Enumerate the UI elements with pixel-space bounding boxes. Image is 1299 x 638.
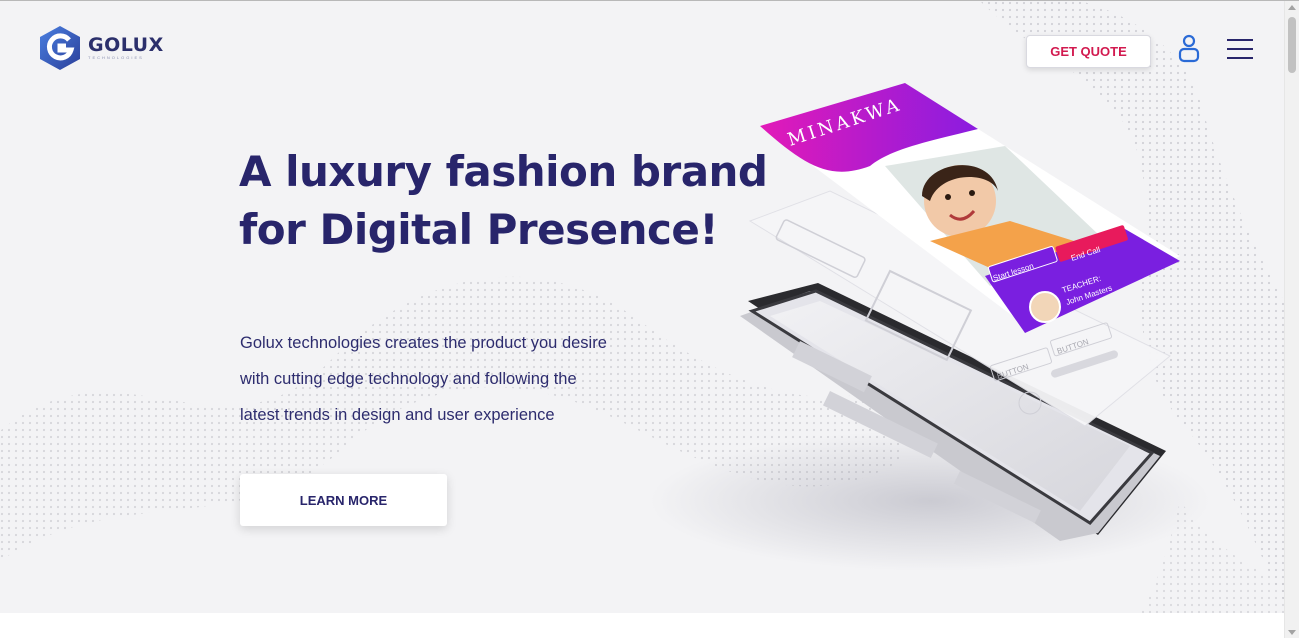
hero-section: GOLUX TECHNOLOGIES GET QUOTE A luxury fa…	[0, 1, 1284, 613]
scrollbar-thumb[interactable]	[1288, 17, 1296, 73]
phone-app-illustration: BUTTON BUTTON MINAKWA Start lesson End C…	[650, 83, 1210, 571]
brand-logo[interactable]: GOLUX TECHNOLOGIES	[38, 25, 164, 71]
hamburger-menu-icon[interactable]	[1226, 37, 1254, 61]
golux-logo-icon	[40, 26, 80, 70]
description-line: Golux technologies creates the product y…	[240, 334, 607, 352]
get-quote-button[interactable]: GET QUOTE	[1026, 35, 1151, 68]
brand-name: GOLUX	[88, 34, 164, 56]
brand-tagline: TECHNOLOGIES	[88, 55, 144, 60]
learn-more-button[interactable]: LEARN MORE	[240, 474, 447, 526]
hero-description: Golux technologies creates the product y…	[240, 325, 660, 433]
description-line: latest trends in design and user experie…	[240, 406, 555, 424]
next-section	[0, 613, 1284, 638]
teacher-avatar	[1029, 291, 1061, 323]
scroll-up-arrow-icon[interactable]	[1288, 5, 1296, 10]
description-line: with cutting edge technology and followi…	[240, 370, 577, 388]
vertical-scrollbar[interactable]	[1284, 1, 1299, 638]
scroll-down-arrow-icon[interactable]	[1288, 630, 1296, 635]
user-icon[interactable]	[1176, 33, 1202, 63]
